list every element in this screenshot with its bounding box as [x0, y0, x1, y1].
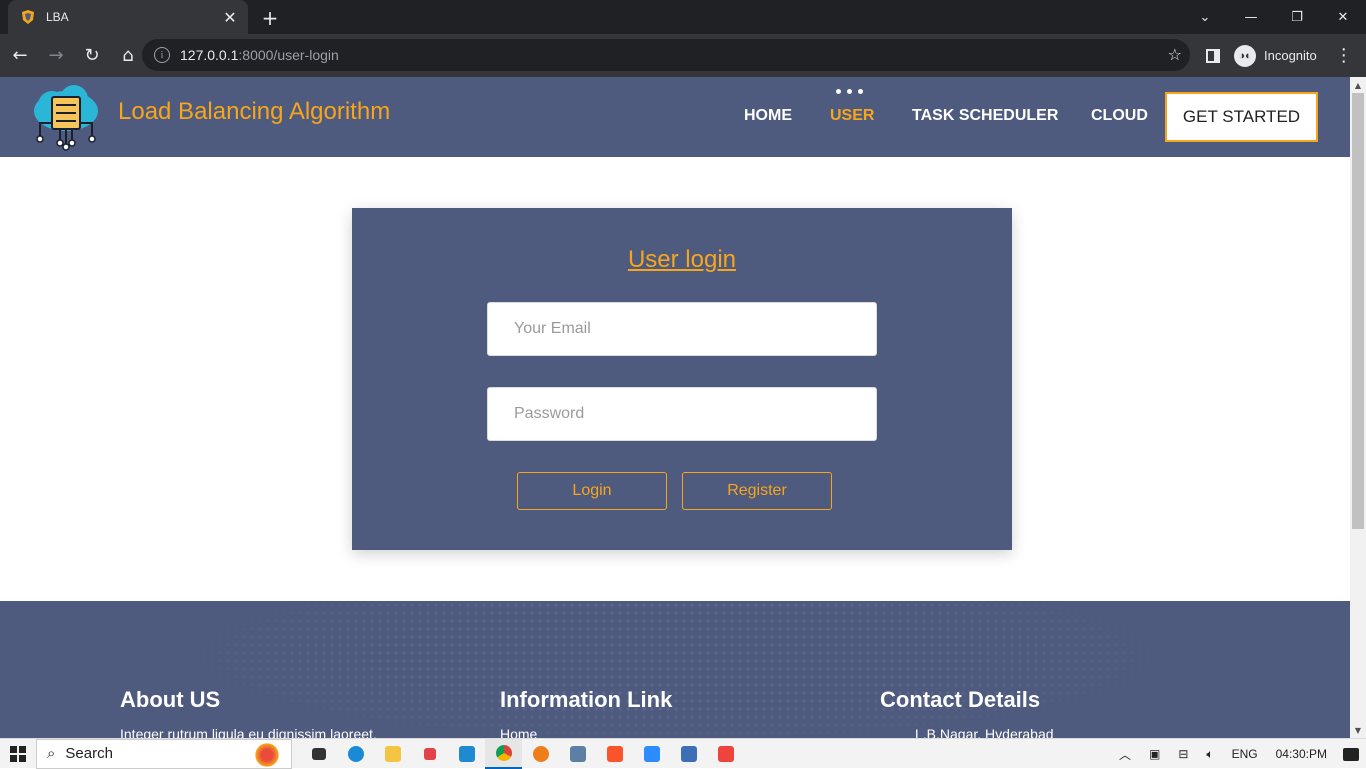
file-explorer-icon[interactable] — [374, 739, 411, 769]
language-indicator[interactable]: ENG — [1232, 747, 1258, 761]
scroll-thumb[interactable] — [1352, 93, 1364, 529]
volume-icon[interactable]: 🔈︎ — [1206, 747, 1213, 762]
minimize-icon[interactable]: — — [1228, 0, 1274, 34]
start-button[interactable] — [0, 739, 36, 769]
active-nav-indicator — [836, 89, 863, 94]
browser-tabbar: LBA ✕ + ⌄ — ❐ ✕ — [0, 0, 1366, 34]
tab-search-icon[interactable]: ⌄ — [1182, 0, 1228, 34]
nav-task-scheduler[interactable]: TASK SCHEDULER — [912, 107, 1058, 125]
site-info-icon[interactable]: i — [154, 47, 170, 63]
page-viewport: Load Balancing Algorithm HOME USER TASK … — [0, 77, 1350, 738]
reload-icon[interactable]: ↻ — [76, 40, 108, 72]
network-icon[interactable]: ⊟ — [1178, 747, 1188, 761]
tab-title: LBA — [46, 10, 69, 24]
login-title: User login — [627, 246, 737, 273]
incognito-icon: ◑◐ — [1234, 44, 1256, 67]
search-highlight-icon — [253, 741, 281, 768]
new-tab-button[interactable]: + — [258, 6, 282, 30]
forward-icon[interactable]: → — [40, 40, 72, 72]
taskbar-search-label: Search — [65, 745, 113, 762]
get-started-button[interactable]: GET STARTED — [1165, 92, 1318, 142]
site-footer: About US Integer rutrum ligula eu dignis… — [0, 601, 1350, 738]
chevron-up-icon[interactable]: ︿ — [1119, 746, 1131, 763]
incognito-label: Incognito — [1264, 48, 1317, 63]
nav-cloud[interactable]: CLOUD — [1091, 107, 1148, 125]
page-scrollbar[interactable]: ▲ ▼ — [1350, 77, 1366, 738]
task-view-icon[interactable] — [300, 739, 337, 769]
login-button[interactable]: Login — [517, 472, 667, 510]
app-monitor-icon[interactable] — [670, 739, 707, 769]
scroll-up-icon[interactable]: ▲ — [1350, 77, 1366, 93]
taskbar-apps — [300, 738, 744, 769]
edge-icon[interactable] — [337, 739, 374, 769]
incognito-indicator[interactable]: ◑◐ Incognito — [1234, 44, 1317, 67]
search-icon: ⌕ — [47, 745, 56, 762]
scroll-down-icon[interactable]: ▼ — [1350, 722, 1366, 738]
email-input[interactable]: Your Email — [487, 302, 877, 356]
url-host: 127.0.0.1 — [180, 47, 239, 63]
zoom-icon[interactable] — [633, 739, 670, 769]
app-window-icon[interactable] — [559, 739, 596, 769]
browser-tab[interactable]: LBA ✕ — [8, 0, 248, 34]
windows-icon — [10, 745, 26, 762]
address-bar[interactable]: i 127.0.0.1:8000/user-login ☆ — [142, 39, 1190, 71]
home-icon[interactable]: ⌂ — [112, 40, 144, 72]
close-window-icon[interactable]: ✕ — [1320, 0, 1366, 34]
side-panel-icon[interactable] — [1206, 48, 1220, 63]
world-map-background — [200, 601, 1150, 738]
password-input[interactable]: Password — [487, 387, 877, 441]
cloud-server-logo-icon[interactable] — [30, 83, 102, 151]
brave-icon[interactable] — [596, 739, 633, 769]
url-path: :8000/user-login — [238, 47, 339, 63]
footer-info-heading: Information Link — [500, 687, 673, 712]
browser-toolbar: ← → ↻ ⌂ i 127.0.0.1:8000/user-login ☆ ◑◐… — [0, 34, 1366, 77]
windows-taskbar: ⌕ Search ︿ ▣ ⊟ 🔈︎ ENG 04:30:PM — [0, 738, 1366, 769]
nav-user[interactable]: USER — [830, 107, 874, 125]
window-controls: ⌄ — ❐ ✕ — [1182, 0, 1366, 34]
footer-info-link-home[interactable]: Home — [500, 726, 537, 738]
search-app-icon[interactable] — [522, 739, 559, 769]
notification-icon[interactable] — [1336, 739, 1366, 769]
vscode-icon[interactable] — [448, 739, 485, 769]
bookmark-star-icon[interactable]: ☆ — [1168, 45, 1182, 64]
back-icon[interactable]: ← — [4, 40, 36, 72]
login-card: User login Your Email Password Login Reg… — [352, 208, 1012, 550]
menu-icon[interactable]: ⋮ — [1335, 45, 1353, 66]
anydesk-icon[interactable] — [707, 739, 744, 769]
chrome-icon[interactable] — [485, 738, 522, 769]
app-red-icon[interactable] — [411, 739, 448, 769]
footer-contact-address: L.B.Nagar, Hyderabad — [915, 726, 1054, 738]
register-button[interactable]: Register — [682, 472, 832, 510]
brand-title[interactable]: Load Balancing Algorithm — [118, 98, 390, 126]
footer-about-text: Integer rutrum ligula eu dignissim laore… — [120, 726, 377, 738]
restore-icon[interactable]: ❐ — [1274, 0, 1320, 34]
footer-contact-heading: Contact Details — [880, 687, 1041, 712]
taskbar-search[interactable]: ⌕ Search — [36, 738, 292, 769]
nav-home[interactable]: HOME — [744, 107, 792, 125]
system-tray: ︿ ▣ ⊟ 🔈︎ ENG 04:30:PM — [1110, 739, 1366, 769]
meet-now-icon[interactable]: ▣ — [1149, 747, 1160, 761]
browser-right-tools: ◑◐ Incognito ⋮ — [1200, 34, 1353, 77]
close-tab-icon[interactable]: ✕ — [222, 8, 238, 27]
favicon-icon — [22, 10, 34, 24]
clock[interactable]: 04:30:PM — [1276, 747, 1327, 761]
site-header: Load Balancing Algorithm HOME USER TASK … — [0, 77, 1350, 157]
footer-about-heading: About US — [120, 687, 221, 712]
